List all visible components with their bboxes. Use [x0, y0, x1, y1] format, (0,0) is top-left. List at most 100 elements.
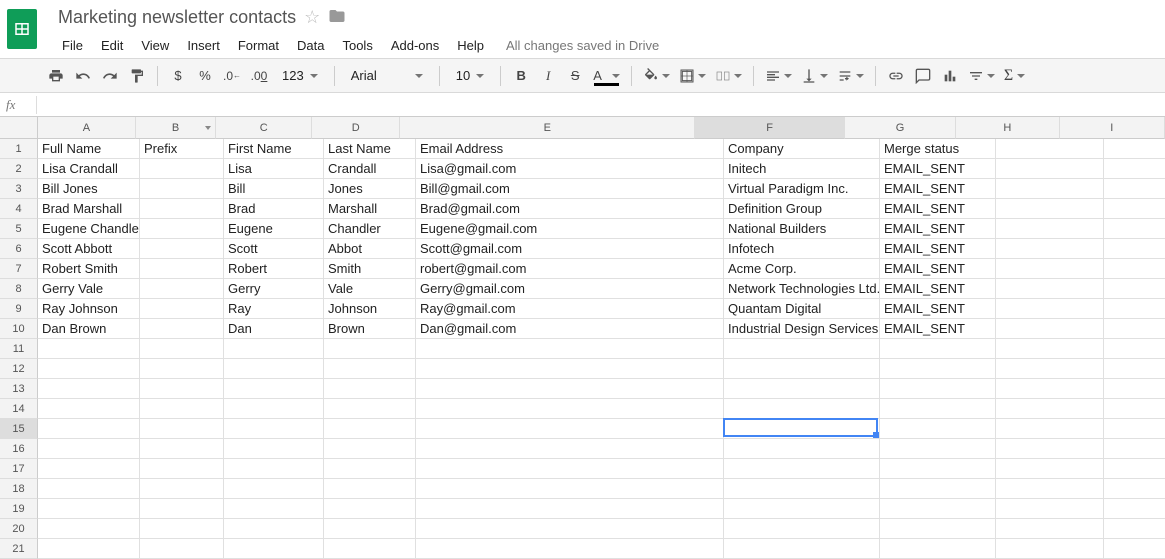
cell-G3[interactable]: EMAIL_SENT: [880, 179, 996, 199]
bold-button[interactable]: B: [509, 64, 533, 88]
cell-A5[interactable]: Eugene Chandler: [38, 219, 140, 239]
row-header-8[interactable]: 8: [0, 279, 38, 299]
cell-D6[interactable]: Abbot: [324, 239, 416, 259]
cell-F9[interactable]: Quantam Digital: [724, 299, 880, 319]
cell-D7[interactable]: Smith: [324, 259, 416, 279]
cell-D16[interactable]: [324, 439, 416, 459]
cell-B17[interactable]: [140, 459, 224, 479]
cell-F17[interactable]: [724, 459, 880, 479]
cell-D13[interactable]: [324, 379, 416, 399]
cell-I2[interactable]: [1104, 159, 1165, 179]
cell-D4[interactable]: Marshall: [324, 199, 416, 219]
menu-tools[interactable]: Tools: [334, 35, 380, 56]
menu-data[interactable]: Data: [289, 35, 332, 56]
font-family-select[interactable]: Arial: [343, 64, 431, 88]
row-header-14[interactable]: 14: [0, 399, 38, 419]
cell-I12[interactable]: [1104, 359, 1165, 379]
cell-H2[interactable]: [996, 159, 1104, 179]
cell-D19[interactable]: [324, 499, 416, 519]
cell-H15[interactable]: [996, 419, 1104, 439]
cell-G12[interactable]: [880, 359, 996, 379]
cell-F3[interactable]: Virtual Paradigm Inc.: [724, 179, 880, 199]
cell-I21[interactable]: [1104, 539, 1165, 559]
star-icon[interactable]: ☆: [304, 7, 320, 28]
cell-A7[interactable]: Robert Smith: [38, 259, 140, 279]
cell-H8[interactable]: [996, 279, 1104, 299]
cell-I1[interactable]: [1104, 139, 1165, 159]
cell-C16[interactable]: [224, 439, 324, 459]
cell-D10[interactable]: Brown: [324, 319, 416, 339]
cell-B14[interactable]: [140, 399, 224, 419]
cell-F4[interactable]: Definition Group: [724, 199, 880, 219]
cell-G14[interactable]: [880, 399, 996, 419]
row-header-18[interactable]: 18: [0, 479, 38, 499]
cell-H12[interactable]: [996, 359, 1104, 379]
cell-I14[interactable]: [1104, 399, 1165, 419]
row-header-3[interactable]: 3: [0, 179, 38, 199]
cell-C1[interactable]: First Name: [224, 139, 324, 159]
cell-A6[interactable]: Scott Abbott: [38, 239, 140, 259]
cell-I4[interactable]: [1104, 199, 1165, 219]
cell-A3[interactable]: Bill Jones: [38, 179, 140, 199]
cell-A21[interactable]: [38, 539, 140, 559]
cell-G10[interactable]: EMAIL_SENT: [880, 319, 996, 339]
cell-H6[interactable]: [996, 239, 1104, 259]
cell-I16[interactable]: [1104, 439, 1165, 459]
cell-E17[interactable]: [416, 459, 724, 479]
row-header-2[interactable]: 2: [0, 159, 38, 179]
cell-A4[interactable]: Brad Marshall: [38, 199, 140, 219]
row-header-13[interactable]: 13: [0, 379, 38, 399]
cell-F19[interactable]: [724, 499, 880, 519]
cell-E10[interactable]: Dan@gmail.com: [416, 319, 724, 339]
cell-A16[interactable]: [38, 439, 140, 459]
cell-F7[interactable]: Acme Corp.: [724, 259, 880, 279]
cell-B1[interactable]: Prefix: [140, 139, 224, 159]
decrease-decimal-button[interactable]: .0←: [220, 64, 244, 88]
cell-D2[interactable]: Crandall: [324, 159, 416, 179]
cell-B2[interactable]: [140, 159, 224, 179]
fill-color-button[interactable]: [640, 64, 673, 88]
cell-B8[interactable]: [140, 279, 224, 299]
filter-button[interactable]: [965, 64, 998, 88]
cell-E8[interactable]: Gerry@gmail.com: [416, 279, 724, 299]
cell-F5[interactable]: National Builders: [724, 219, 880, 239]
cell-A14[interactable]: [38, 399, 140, 419]
cell-B21[interactable]: [140, 539, 224, 559]
horizontal-align-button[interactable]: [762, 64, 795, 88]
row-header-15[interactable]: 15: [0, 419, 38, 439]
column-header-A[interactable]: A: [38, 117, 136, 139]
insert-chart-button[interactable]: [938, 64, 962, 88]
cell-H18[interactable]: [996, 479, 1104, 499]
cell-H21[interactable]: [996, 539, 1104, 559]
row-header-5[interactable]: 5: [0, 219, 38, 239]
cell-E19[interactable]: [416, 499, 724, 519]
vertical-align-button[interactable]: [798, 64, 831, 88]
column-header-I[interactable]: I: [1060, 117, 1165, 139]
cell-H7[interactable]: [996, 259, 1104, 279]
cell-B9[interactable]: [140, 299, 224, 319]
cell-A9[interactable]: Ray Johnson: [38, 299, 140, 319]
cell-G6[interactable]: EMAIL_SENT: [880, 239, 996, 259]
cell-D21[interactable]: [324, 539, 416, 559]
cell-A15[interactable]: [38, 419, 140, 439]
cell-E6[interactable]: Scott@gmail.com: [416, 239, 724, 259]
cell-A20[interactable]: [38, 519, 140, 539]
cell-G5[interactable]: EMAIL_SENT: [880, 219, 996, 239]
cell-H5[interactable]: [996, 219, 1104, 239]
cell-E1[interactable]: Email Address: [416, 139, 724, 159]
cell-G21[interactable]: [880, 539, 996, 559]
row-header-19[interactable]: 19: [0, 499, 38, 519]
cell-G18[interactable]: [880, 479, 996, 499]
cell-H1[interactable]: [996, 139, 1104, 159]
cell-A11[interactable]: [38, 339, 140, 359]
folder-icon[interactable]: [328, 7, 346, 28]
cell-F13[interactable]: [724, 379, 880, 399]
cell-G4[interactable]: EMAIL_SENT: [880, 199, 996, 219]
cell-C9[interactable]: Ray: [224, 299, 324, 319]
cell-C10[interactable]: Dan: [224, 319, 324, 339]
cell-I7[interactable]: [1104, 259, 1165, 279]
cell-A8[interactable]: Gerry Vale: [38, 279, 140, 299]
cell-H14[interactable]: [996, 399, 1104, 419]
cell-C7[interactable]: Robert: [224, 259, 324, 279]
cell-F21[interactable]: [724, 539, 880, 559]
